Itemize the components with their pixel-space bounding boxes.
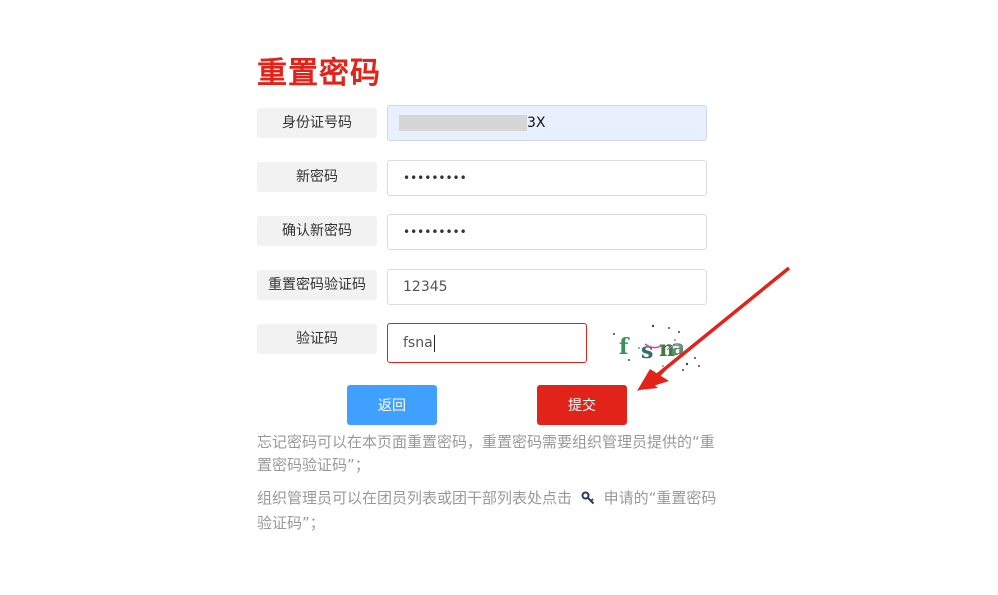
id-number-label: 身份证号码 xyxy=(257,108,377,138)
page-title: 重置密码 xyxy=(257,56,381,91)
key-icon xyxy=(581,489,595,512)
redacted-mask xyxy=(399,115,527,131)
reset-code-value: 12345 xyxy=(403,279,448,295)
captcha-char-1: f xyxy=(619,334,630,360)
new-password-label: 新密码 xyxy=(257,162,377,192)
confirm-password-input[interactable]: ••••••••• xyxy=(387,214,707,250)
captcha-input[interactable]: fsna xyxy=(387,323,587,363)
captcha-char-2: s xyxy=(641,338,653,364)
note-admin-info: 组织管理员可以在团员列表或团干部列表处点击 申请的“重置密码验证码”； xyxy=(257,487,717,535)
note-admin-text-1: 组织管理员可以在团员列表或团干部列表处点击 xyxy=(257,489,573,507)
captcha-image[interactable]: f s n a xyxy=(609,320,705,374)
new-password-input[interactable]: ••••••••• xyxy=(387,160,707,196)
id-number-suffix: 3X xyxy=(527,115,546,131)
captcha-label: 验证码 xyxy=(257,324,377,354)
confirm-password-mask: ••••••••• xyxy=(403,225,467,239)
id-number-input[interactable]: 3X xyxy=(387,105,707,141)
text-caret xyxy=(433,334,435,352)
confirm-password-label: 确认新密码 xyxy=(257,216,377,246)
reset-code-label: 重置密码验证码 xyxy=(257,270,377,300)
note-reset-info: 忘记密码可以在本页面重置密码，重置密码需要组织管理员提供的“重置密码验证码”； xyxy=(257,433,715,474)
captcha-char-4: a xyxy=(671,335,685,361)
new-password-mask: ••••••••• xyxy=(403,171,467,185)
submit-button[interactable]: 提交 xyxy=(537,385,627,425)
captcha-value: fsna xyxy=(403,335,433,351)
reset-code-input[interactable]: 12345 xyxy=(387,269,707,305)
back-button[interactable]: 返回 xyxy=(347,385,437,425)
